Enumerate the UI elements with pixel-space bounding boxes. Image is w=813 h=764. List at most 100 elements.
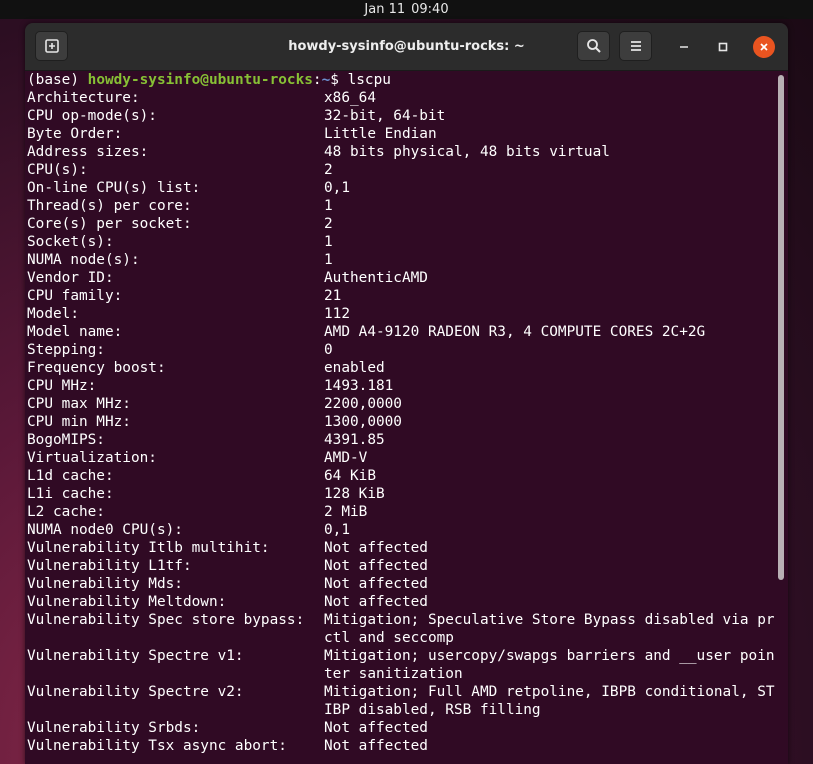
prompt-symbol: $ (330, 72, 348, 88)
output-row: Model name: AMD A4-9120 RADEON R3, 4 COMP… (27, 323, 788, 341)
output-key: Vulnerability Srbds: (27, 720, 201, 736)
output-row: Core(s) per socket: 2 (27, 215, 788, 233)
close-button[interactable] (753, 36, 775, 58)
output-row: Stepping: 0 (27, 341, 788, 359)
new-tab-icon (44, 39, 59, 53)
output-value: x86_64 (324, 90, 376, 106)
output-key: BogoMIPS: (27, 432, 105, 448)
output-value: 64 KiB (324, 468, 376, 484)
output-row: CPU max MHz: 2200,0000 (27, 395, 788, 413)
output-key: Vulnerability Mds: (27, 576, 183, 592)
output-value: AMD-V (324, 450, 368, 466)
output-row: Socket(s): 1 (27, 233, 788, 251)
hamburger-menu-icon (630, 41, 641, 51)
output-row: L1i cache: 128 KiB (27, 485, 788, 503)
clock-date[interactable]: Jan 11 (364, 2, 405, 17)
output-row: Vulnerability Mds: Not affected (27, 575, 788, 593)
terminal-output[interactable]: (base) howdy-sysinfo@ubuntu-rocks:~$ lsc… (25, 71, 788, 764)
output-value: enabled (324, 360, 385, 376)
output-key: NUMA node0 CPU(s): (27, 522, 183, 538)
output-value: 0 (324, 342, 333, 358)
output-value: Not affected (324, 558, 428, 574)
output-value: 32-bit, 64-bit (324, 108, 446, 124)
output-row: NUMA node(s): 1 (27, 251, 788, 269)
output-value: Not affected (324, 576, 428, 592)
title-bar[interactable]: howdy-sysinfo@ubuntu-rocks: ~ (25, 23, 788, 71)
output-row: BogoMIPS: 4391.85 (27, 431, 788, 449)
minimize-button[interactable] (673, 36, 695, 58)
output-value: Not affected (324, 738, 428, 754)
output-row: Thread(s) per core: 1 (27, 197, 788, 215)
output-row: Vulnerability Meltdown: Not affected (27, 593, 788, 611)
output-value: 21 (324, 288, 342, 304)
output-key: Virtualization: (27, 450, 157, 466)
output-value: Not affected (324, 540, 428, 556)
search-icon (586, 39, 601, 53)
output-value: 1 (324, 198, 333, 214)
prompt-command: lscpu (347, 72, 391, 88)
maximize-icon (718, 42, 728, 52)
output-key: Model name: (27, 324, 123, 340)
output-key: Vulnerability Spec store bypass: (27, 612, 305, 628)
output-value: Mitigation; Speculative Store Bypass dis… (324, 612, 775, 646)
output-value: 1300,0000 (324, 414, 402, 430)
output-key: Model: (27, 306, 79, 322)
output-value: 2200,0000 (324, 396, 402, 412)
output-value: Mitigation; Full AMD retpoline, IBPB con… (324, 684, 775, 718)
output-value: 4391.85 (324, 432, 385, 448)
close-icon (760, 43, 768, 51)
output-key: CPU min MHz: (27, 414, 131, 430)
output-value: 112 (324, 306, 350, 322)
output-value: Not affected (324, 720, 428, 736)
output-key: CPU MHz: (27, 378, 97, 394)
output-row: Virtualization: AMD-V (27, 449, 788, 467)
output-row: Vendor ID: AuthenticAMD (27, 269, 788, 287)
output-row: Model: 112 (27, 305, 788, 323)
new-tab-button[interactable] (35, 31, 68, 61)
output-value: 128 KiB (324, 486, 385, 502)
output-key: Core(s) per socket: (27, 216, 192, 232)
output-key: L2 cache: (27, 504, 105, 520)
lscpu-output: Architecture: x86_64 CPU op-mode(s): 32-bit… (27, 89, 788, 755)
output-row: Architecture: x86_64 (27, 89, 788, 107)
output-row: Vulnerability Srbds: Not affected (27, 719, 788, 737)
output-row: Vulnerability Spectre v2: Mitigation; Ful… (27, 683, 788, 719)
menu-button[interactable] (619, 31, 652, 61)
output-row: CPU op-mode(s): 32-bit, 64-bit (27, 107, 788, 125)
output-key: On-line CPU(s) list: (27, 180, 201, 196)
output-row: L2 cache: 2 MiB (27, 503, 788, 521)
scrollbar[interactable] (778, 75, 784, 580)
output-row: CPU min MHz: 1300,0000 (27, 413, 788, 431)
output-key: Thread(s) per core: (27, 198, 192, 214)
output-value: 0,1 (324, 522, 350, 538)
output-key: NUMA node(s): (27, 252, 140, 268)
output-row: Vulnerability Spec store bypass: Mitigati… (27, 611, 788, 647)
prompt-env: (base) (27, 72, 88, 88)
output-row: Byte Order: Little Endian (27, 125, 788, 143)
output-row: Vulnerability L1tf: Not affected (27, 557, 788, 575)
output-key: Vulnerability Tsx async abort: (27, 738, 287, 754)
output-key: CPU(s): (27, 162, 88, 178)
output-key: Vulnerability Spectre v2: (27, 684, 244, 700)
prompt-user-host: howdy-sysinfo@ubuntu-rocks (87, 72, 313, 88)
output-key: Architecture: (27, 90, 140, 106)
output-key: Socket(s): (27, 234, 114, 250)
output-key: L1d cache: (27, 468, 114, 484)
output-key: CPU family: (27, 288, 123, 304)
output-value: 1493.181 (324, 378, 394, 394)
output-row: Frequency boost: enabled (27, 359, 788, 377)
output-row: Address sizes: 48 bits physical, 48 bits … (27, 143, 788, 161)
output-key: Address sizes: (27, 144, 149, 160)
maximize-button[interactable] (712, 36, 734, 58)
output-key: Vulnerability L1tf: (27, 558, 192, 574)
output-key: Byte Order: (27, 126, 123, 142)
output-key: Frequency boost: (27, 360, 166, 376)
output-value: 1 (324, 252, 333, 268)
prompt-path: ~ (321, 72, 331, 88)
output-value: 2 (324, 162, 333, 178)
output-value: 2 (324, 216, 333, 232)
output-value: AMD A4-9120 RADEON R3, 4 COMPUTE CORES 2… (324, 324, 706, 340)
prompt-line: (base) howdy-sysinfo@ubuntu-rocks:~$ lsc… (27, 71, 788, 89)
clock-time[interactable]: 09:40 (411, 2, 448, 17)
search-button[interactable] (577, 31, 610, 61)
